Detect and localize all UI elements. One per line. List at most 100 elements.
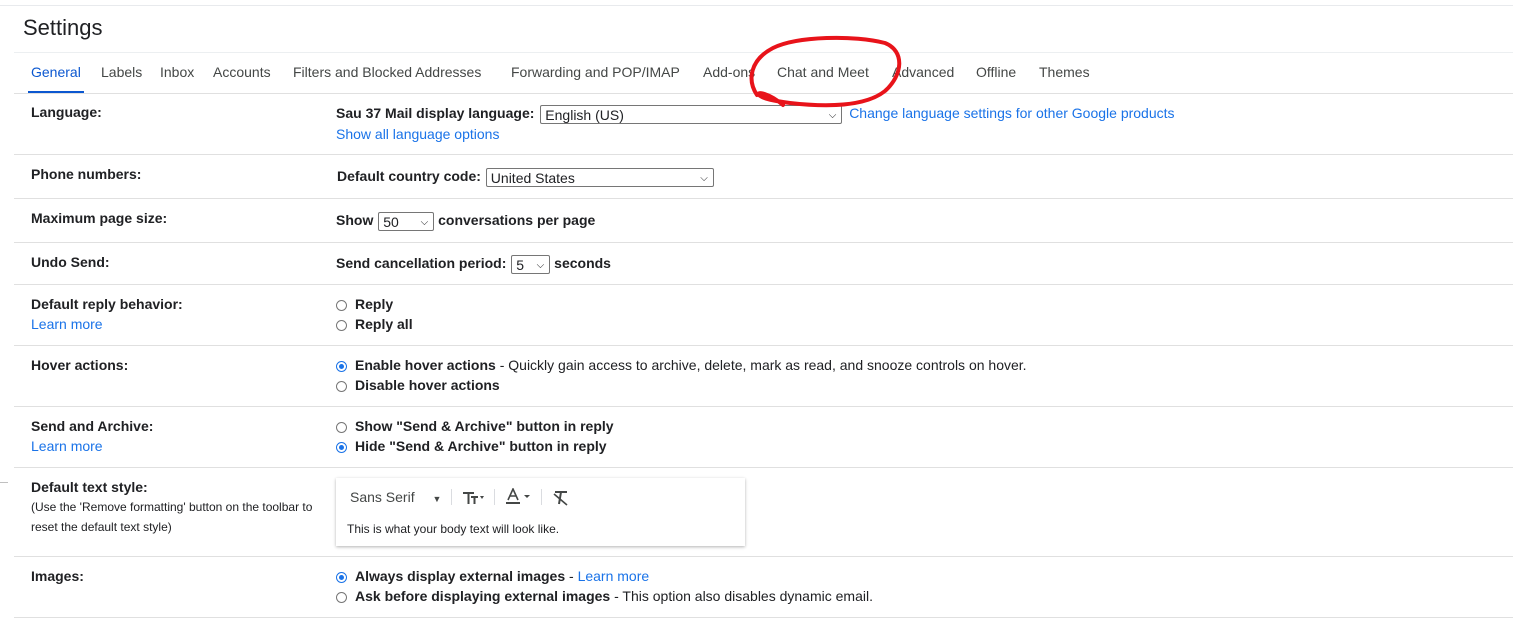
radio-always-display[interactable] bbox=[336, 571, 347, 583]
chevron-down-icon: ⌵ bbox=[536, 259, 545, 271]
radio-hide-send-archive[interactable] bbox=[336, 441, 347, 453]
seconds-suffix: seconds bbox=[554, 255, 611, 271]
top-divider bbox=[0, 5, 1513, 6]
hide-send-archive-label: Hide "Send & Archive" button in reply bbox=[355, 438, 607, 454]
enable-hover-description: - Quickly gain access to archive, delete… bbox=[495, 357, 1027, 373]
tab-inbox[interactable]: Inbox bbox=[160, 53, 194, 91]
cancellation-period-label: Send cancellation period: bbox=[336, 255, 507, 271]
country-code-label: Default country code: bbox=[337, 168, 481, 184]
display-language-label: Sau 37 Mail display language: bbox=[336, 105, 535, 121]
enable-hover-option[interactable]: Enable hover actions - Quickly gain acce… bbox=[336, 355, 1027, 375]
ask-before-description: - This option also disables dynamic emai… bbox=[610, 588, 873, 604]
settings-tabs: General Labels Inbox Accounts Filters an… bbox=[14, 52, 1513, 94]
undo-send-control: Send cancellation period: 5 ⌵ seconds bbox=[336, 253, 611, 274]
reply-option[interactable]: Reply bbox=[336, 294, 393, 314]
country-code-value: United States bbox=[490, 169, 575, 186]
change-language-link[interactable]: Change language settings for other Googl… bbox=[849, 105, 1174, 121]
toolbar-separator bbox=[494, 489, 496, 506]
text-size-button[interactable] bbox=[462, 489, 485, 506]
setting-default-text-style: Default text style: (Use the 'Remove for… bbox=[14, 468, 1513, 557]
text-style-note-line2: reset the default text style) bbox=[31, 520, 172, 534]
hover-label: Hover actions: bbox=[31, 357, 129, 373]
reply-option-label: Reply bbox=[355, 296, 394, 312]
images-learn-more-link[interactable]: Learn more bbox=[578, 568, 650, 584]
dash-separator: - bbox=[565, 568, 578, 584]
setting-send-and-archive: Send and Archive: Learn more Show "Send … bbox=[14, 407, 1513, 468]
language-select[interactable]: English (US) ⌵ bbox=[540, 104, 843, 124]
reply-all-option[interactable]: Reply all bbox=[336, 314, 413, 334]
cancellation-period-value: 5 bbox=[516, 256, 525, 273]
tab-general[interactable]: General bbox=[28, 53, 84, 93]
remove-formatting-icon bbox=[553, 490, 568, 506]
radio-ask-before[interactable] bbox=[336, 591, 347, 603]
tab-accounts[interactable]: Accounts bbox=[213, 53, 271, 91]
page-size-control: Show 50 ⌵ conversations per page bbox=[336, 210, 595, 231]
page-size-label: Maximum page size: bbox=[31, 210, 168, 226]
disable-hover-label: Disable hover actions bbox=[355, 377, 500, 393]
toolbar-separator bbox=[451, 489, 453, 506]
page-size-select[interactable]: 50 ⌵ bbox=[378, 211, 435, 231]
language-select-value: English (US) bbox=[545, 106, 624, 123]
setting-images: Images: Always display external images -… bbox=[14, 557, 1513, 618]
tab-offline[interactable]: Offline bbox=[976, 53, 1016, 91]
radio-reply[interactable] bbox=[336, 299, 347, 311]
setting-reply-behavior: Default reply behavior: Learn more Reply… bbox=[14, 285, 1513, 346]
radio-disable-hover[interactable] bbox=[336, 380, 347, 392]
setting-hover-actions: Hover actions: Enable hover actions - Qu… bbox=[14, 346, 1513, 407]
edge-divider bbox=[0, 482, 8, 483]
disable-hover-option[interactable]: Disable hover actions bbox=[336, 375, 500, 395]
text-color-icon bbox=[505, 487, 530, 505]
text-size-icon bbox=[463, 491, 485, 504]
page-title: Settings bbox=[23, 15, 103, 40]
font-family-button[interactable]: Sans Serif ▼ bbox=[350, 489, 441, 505]
tab-forwarding[interactable]: Forwarding and POP/IMAP bbox=[511, 53, 680, 91]
reply-label: Default reply behavior: bbox=[31, 296, 183, 312]
chevron-down-icon: ⌵ bbox=[828, 109, 837, 121]
radio-show-send-archive[interactable] bbox=[336, 421, 347, 433]
images-label: Images: bbox=[31, 568, 84, 584]
text-style-label: Default text style: bbox=[31, 479, 148, 495]
text-color-button[interactable] bbox=[505, 487, 531, 506]
always-display-option[interactable]: Always display external images - Learn m… bbox=[336, 566, 649, 586]
chevron-down-icon: ⌵ bbox=[420, 216, 429, 228]
send-archive-learn-more-link[interactable]: Learn more bbox=[31, 438, 103, 454]
tab-chat-and-meet[interactable]: Chat and Meet bbox=[777, 53, 869, 91]
page-size-value: 50 bbox=[383, 213, 399, 230]
hide-send-archive-option[interactable]: Hide "Send & Archive" button in reply bbox=[336, 436, 607, 456]
page-size-suffix: conversations per page bbox=[438, 212, 596, 228]
country-code-select[interactable]: United States ⌵ bbox=[485, 167, 714, 187]
tab-advanced[interactable]: Advanced bbox=[892, 53, 954, 91]
setting-page-size: Maximum page size: Show 50 ⌵ conversatio… bbox=[14, 199, 1513, 243]
setting-phone-numbers: Phone numbers: Default country code: Uni… bbox=[14, 155, 1513, 199]
toolbar-separator bbox=[540, 489, 542, 506]
caret-down-icon: ▼ bbox=[432, 494, 442, 505]
show-all-languages-link[interactable]: Show all language options bbox=[336, 124, 499, 144]
send-archive-label: Send and Archive: bbox=[31, 418, 154, 434]
remove-formatting-button[interactable] bbox=[552, 489, 570, 506]
phone-label: Phone numbers: bbox=[31, 166, 142, 182]
ask-before-option[interactable]: Ask before displaying external images - … bbox=[336, 586, 873, 606]
tab-filters[interactable]: Filters and Blocked Addresses bbox=[293, 53, 481, 91]
show-send-archive-option[interactable]: Show "Send & Archive" button in reply bbox=[336, 416, 614, 436]
radio-reply-all[interactable] bbox=[336, 319, 347, 331]
cancellation-period-select[interactable]: 5 ⌵ bbox=[511, 254, 551, 274]
tab-labels[interactable]: Labels bbox=[101, 53, 142, 91]
reply-all-option-label: Reply all bbox=[355, 316, 413, 332]
formatting-toolbar: Sans Serif ▼ bbox=[350, 487, 570, 508]
always-display-label: Always display external images bbox=[355, 568, 566, 584]
tab-addons[interactable]: Add-ons bbox=[703, 53, 755, 91]
enable-hover-label: Enable hover actions bbox=[355, 357, 496, 373]
text-style-editor: Sans Serif ▼ This is what your body text… bbox=[336, 478, 745, 546]
undo-send-label: Undo Send: bbox=[31, 254, 110, 270]
ask-before-label: Ask before displaying external images bbox=[355, 588, 611, 604]
reply-learn-more-link[interactable]: Learn more bbox=[31, 316, 103, 332]
tab-themes[interactable]: Themes bbox=[1039, 53, 1090, 91]
font-family-value: Sans Serif bbox=[350, 489, 415, 506]
chevron-down-icon: ⌵ bbox=[700, 172, 708, 184]
language-control: Sau 37 Mail display language: English (U… bbox=[336, 103, 1175, 124]
text-style-note-line1: (Use the 'Remove formatting' button on t… bbox=[31, 500, 313, 514]
setting-undo-send: Undo Send: Send cancellation period: 5 ⌵… bbox=[14, 243, 1513, 285]
language-label: Language: bbox=[31, 104, 102, 120]
phone-control: Default country code: United States ⌵ bbox=[337, 166, 714, 187]
radio-enable-hover[interactable] bbox=[336, 360, 347, 372]
